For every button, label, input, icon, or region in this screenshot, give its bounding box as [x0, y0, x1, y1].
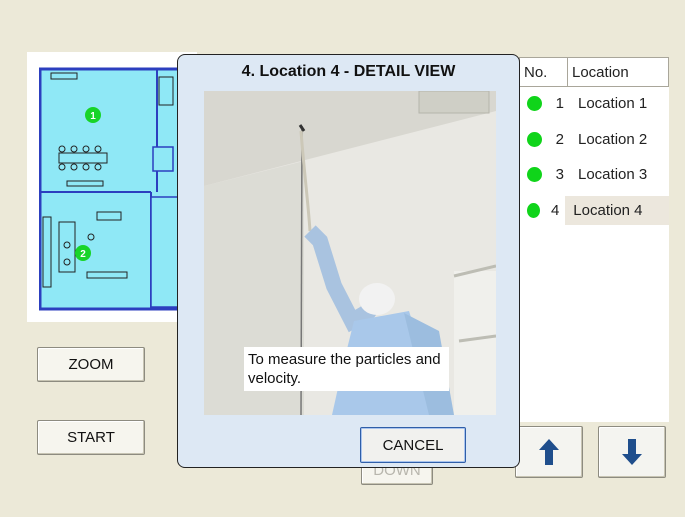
- status-dot-icon: [527, 202, 540, 218]
- list-header: No. Location: [519, 57, 669, 87]
- list-item-label: Location 3: [578, 165, 648, 183]
- list-item-label: Location 1: [578, 94, 648, 112]
- detail-photo: To measure the particles and velocity.: [204, 91, 496, 415]
- svg-text:2: 2: [80, 249, 86, 260]
- svg-text:1: 1: [90, 111, 96, 122]
- list-item[interactable]: 3 Location 3: [519, 158, 669, 190]
- move-up-button[interactable]: [515, 426, 583, 478]
- location-list: No. Location 1 Location 1 2 Location 2 3…: [519, 57, 670, 422]
- list-item-label: Location 4: [565, 195, 670, 225]
- column-header-no[interactable]: No.: [519, 57, 567, 87]
- floorplan-panel: 1 2: [27, 52, 197, 322]
- status-dot-icon: [527, 166, 542, 182]
- move-down-button[interactable]: [598, 426, 666, 478]
- cancel-button[interactable]: CANCEL: [360, 427, 466, 463]
- column-header-location[interactable]: Location: [567, 57, 669, 87]
- arrow-down-icon: [622, 439, 642, 465]
- start-button[interactable]: START: [37, 420, 145, 455]
- list-item-number: 2: [555, 130, 564, 148]
- list-item-label: Location 2: [578, 130, 648, 148]
- list-item-number: 3: [555, 165, 564, 183]
- detail-view-dialog: 4. Location 4 - DETAIL VIEW To measure t…: [177, 54, 520, 468]
- list-item-selected[interactable]: 4 Location 4: [519, 194, 670, 226]
- list-item-number: 1: [555, 94, 564, 112]
- photo-caption: To measure the particles and velocity.: [244, 347, 449, 391]
- list-item[interactable]: 1 Location 1: [519, 87, 669, 119]
- floorplan-map[interactable]: 1 2: [39, 67, 189, 312]
- zoom-button[interactable]: ZOOM: [37, 347, 145, 382]
- status-dot-icon: [527, 131, 542, 147]
- arrow-up-icon: [539, 439, 559, 465]
- dialog-title: 4. Location 4 - DETAIL VIEW: [241, 63, 456, 80]
- status-dot-icon: [527, 95, 542, 111]
- list-item-number: 4: [550, 201, 560, 219]
- list-item[interactable]: 2 Location 2: [519, 123, 669, 155]
